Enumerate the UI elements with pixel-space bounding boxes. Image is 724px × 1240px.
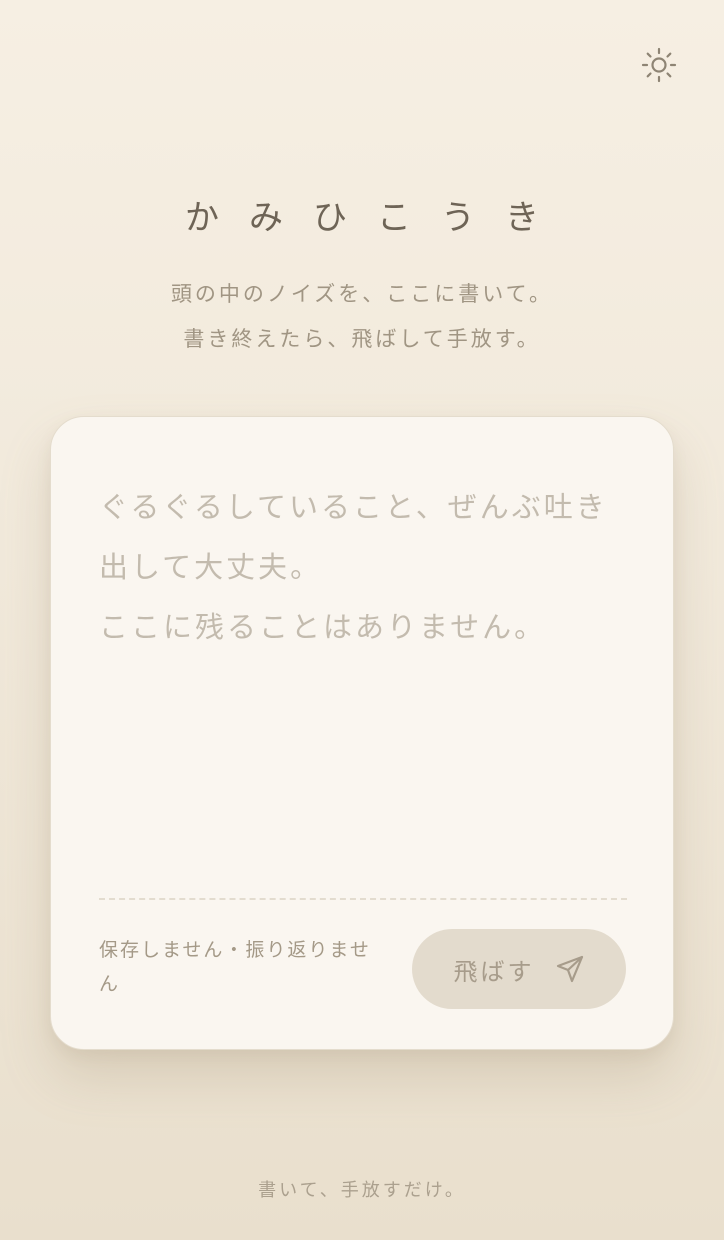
paper-plane-icon — [555, 954, 585, 984]
subtitle-line-2: 書き終えたら、飛ばして手放す。 — [183, 327, 541, 351]
app-title: かみひこうき — [185, 198, 569, 238]
theme-toggle-button[interactable] — [636, 44, 682, 90]
privacy-note: 保存しません・振り返りません — [99, 939, 371, 995]
note-textarea[interactable] — [99, 477, 627, 887]
sun-icon — [640, 46, 678, 88]
writing-card: 保存しません・振り返りません 飛ばす — [50, 416, 674, 1050]
send-button[interactable]: 飛ばす — [412, 929, 626, 1009]
send-button-label: 飛ばす — [453, 957, 535, 986]
card-divider — [99, 898, 627, 900]
footer-tagline: 書いて、手放すだけ。 — [258, 1180, 466, 1201]
subtitle-line-1: 頭の中のノイズを、ここに書いて。 — [170, 282, 554, 306]
